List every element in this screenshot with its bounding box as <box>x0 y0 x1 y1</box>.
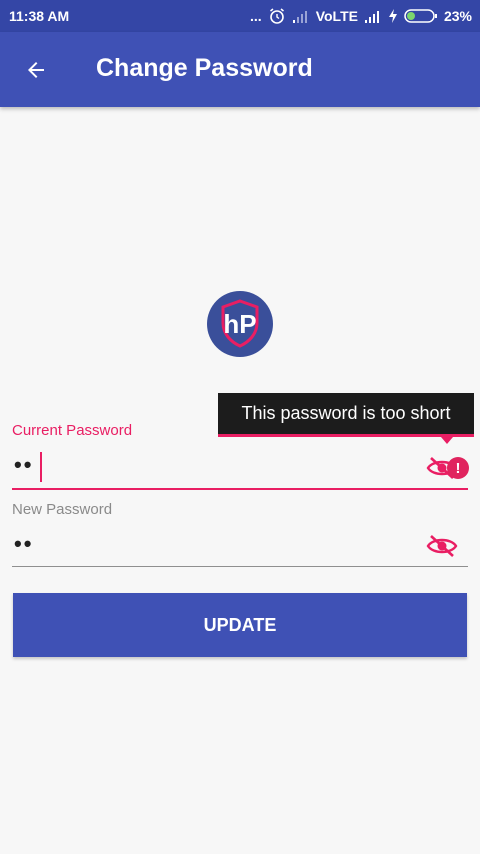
new-password-visibility-toggle[interactable] <box>426 533 458 559</box>
error-icon: ! <box>447 457 469 479</box>
tooltip-arrow <box>441 437 453 444</box>
status-icons: ... VoLTE 23% <box>250 7 472 25</box>
current-password-label: Current Password <box>12 422 133 439</box>
new-password-underline <box>12 566 468 567</box>
eye-off-icon <box>426 535 458 557</box>
logo-letters: hP <box>223 309 256 339</box>
current-password-input[interactable]: •• <box>14 452 33 478</box>
app-logo: hP <box>207 291 273 357</box>
status-time: 11:38 AM <box>9 8 70 24</box>
update-button[interactable]: UPDATE <box>13 593 467 657</box>
status-more: ... <box>250 8 262 24</box>
signal-weak-icon <box>292 9 310 23</box>
arrow-back-icon <box>28 62 44 78</box>
battery-level: 23% <box>443 8 472 24</box>
app-bar: Change Password <box>0 32 480 107</box>
current-password-underline <box>12 488 468 490</box>
page-title: Change Password <box>96 54 313 82</box>
back-button[interactable] <box>18 52 54 88</box>
new-password-input[interactable]: •• <box>14 531 33 557</box>
new-password-label: New Password <box>12 501 113 518</box>
status-bar: 11:38 AM ... VoLTE 23% <box>0 0 480 32</box>
text-cursor <box>40 452 42 482</box>
error-tooltip: This password is too short <box>218 393 474 437</box>
battery-icon <box>404 8 438 24</box>
charging-icon <box>388 9 398 23</box>
alarm-icon <box>268 7 286 25</box>
signal-icon <box>364 9 382 23</box>
network-label: VoLTE <box>315 8 358 24</box>
